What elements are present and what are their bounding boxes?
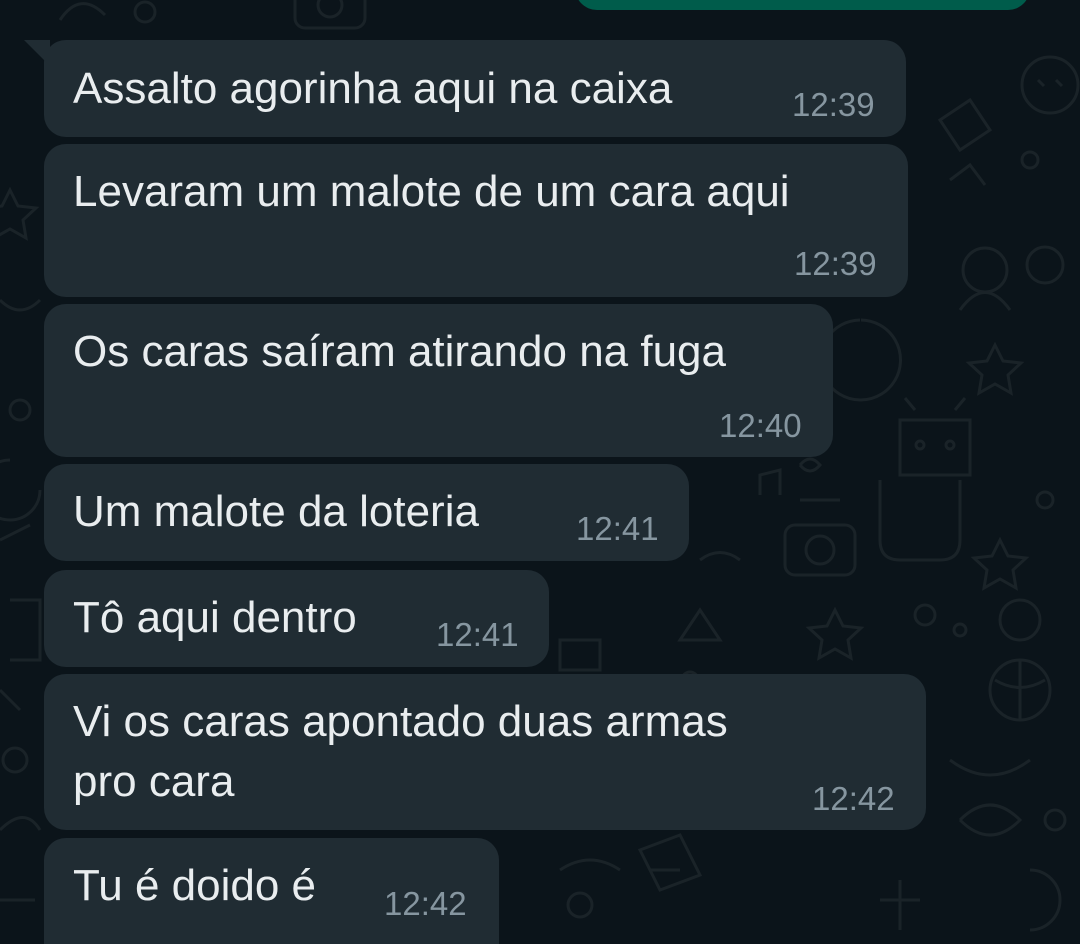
bubble-tail <box>24 40 50 66</box>
message-bubble[interactable]: Levaram um malote de um cara aqui 12:39 <box>44 144 908 297</box>
outgoing-message-bubble[interactable] <box>575 0 1030 10</box>
message-text: Tô aqui dentro <box>73 593 357 642</box>
message-bubble[interactable]: Os caras saíram atirando na fuga 12:40 <box>44 304 833 457</box>
message-timestamp: 12:40 <box>719 407 802 444</box>
message-timestamp: 12:41 <box>576 510 659 547</box>
message-text: Assalto agorinha aqui na caixa <box>73 64 673 113</box>
message-text: Um malote da loteria <box>73 487 479 536</box>
message-bubble[interactable]: Assalto agorinha aqui na caixa 12:39 <box>24 40 906 137</box>
message-timestamp: 12:42 <box>384 885 467 922</box>
chat-area[interactable]: Assalto agorinha aqui na caixa 12:39 Lev… <box>0 0 1080 944</box>
message-bubble[interactable]: Vi os caras apontado duas armas pro cara… <box>44 674 926 830</box>
message-text: Vi os caras apontado duas armas pro cara <box>73 697 728 806</box>
message-text: Levaram um malote de um cara aqui <box>73 167 790 216</box>
message-timestamp: 12:42 <box>812 780 895 817</box>
message-timestamp: 12:39 <box>792 86 875 123</box>
message-text: Os caras saíram atirando na fuga <box>73 327 726 376</box>
message-bubble[interactable]: Tu é doido é 12:42 <box>44 838 499 944</box>
message-bubble[interactable]: Um malote da loteria 12:41 <box>44 464 689 561</box>
message-bubble[interactable]: Tô aqui dentro 12:41 <box>44 570 549 667</box>
message-timestamp: 12:41 <box>436 616 519 653</box>
message-text: Tu é doido é <box>73 861 316 910</box>
message-timestamp: 12:39 <box>794 245 877 282</box>
